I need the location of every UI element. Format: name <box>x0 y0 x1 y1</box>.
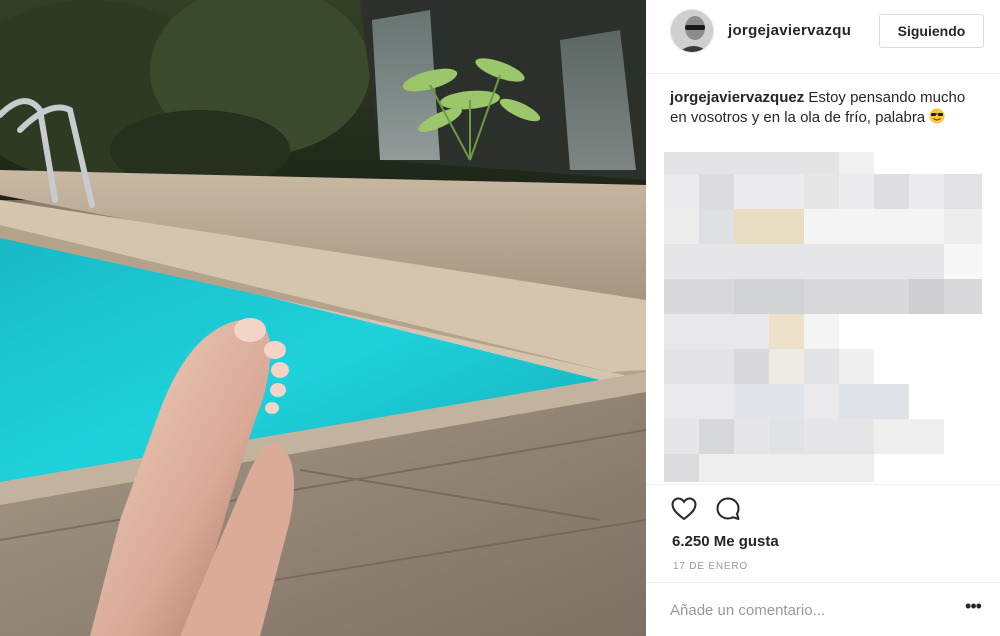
post-actions: 6.250 Me gusta 17 DE ENERO <box>646 484 1000 580</box>
following-button[interactable]: Siguiendo <box>879 14 984 48</box>
post-username[interactable]: jorgejaviervazqu <box>728 22 851 39</box>
user-avatar-icon <box>671 10 713 52</box>
like-count[interactable]: 6.250 Me gusta <box>672 533 779 550</box>
post-sidebar: jorgejaviervazqu Siguiendo jorgejavierva… <box>646 0 1000 636</box>
comment-input[interactable] <box>670 599 930 621</box>
post-date[interactable]: 17 DE ENERO <box>673 561 748 572</box>
post-header: jorgejaviervazqu Siguiendo <box>646 0 1000 74</box>
pixelated-comments-image <box>664 152 982 482</box>
pool-feet-image <box>0 0 646 636</box>
caption-username[interactable]: jorgejaviervazquez <box>670 89 804 106</box>
speech-bubble-icon <box>716 497 740 520</box>
post-caption: jorgejaviervazquez Estoy pensando mucho … <box>670 88 980 128</box>
like-button[interactable] <box>670 495 698 523</box>
smiling-face-with-sunglasses-icon <box>929 108 945 124</box>
more-options-button[interactable]: ••• <box>962 597 984 619</box>
heart-outline-icon <box>671 497 697 521</box>
avatar[interactable] <box>670 9 714 53</box>
add-comment-bar: ••• <box>646 582 1000 636</box>
comment-button[interactable] <box>714 495 742 523</box>
post-photo <box>0 0 646 636</box>
pixelated-comments <box>664 152 982 482</box>
